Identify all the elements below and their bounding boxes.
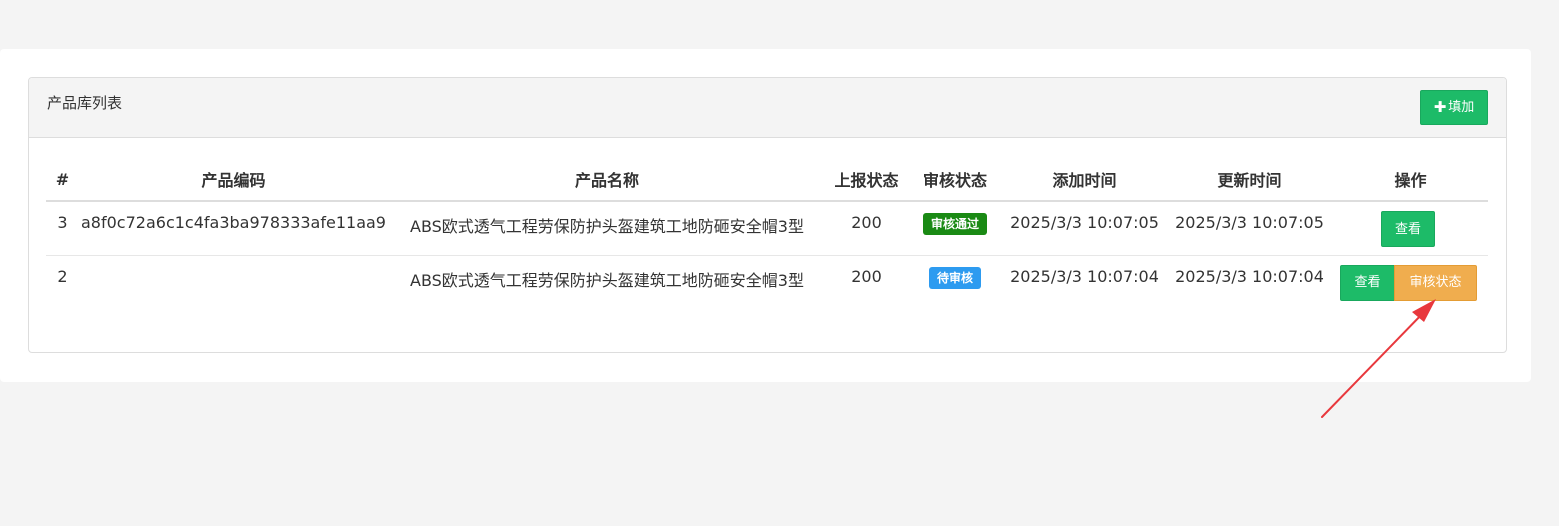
row-actions: 查看 审核状态 xyxy=(1333,264,1488,303)
cell-name: ABS欧式透气工程劳保防护头盔建筑工地防砸安全帽3型 xyxy=(410,270,804,290)
row-actions: 查看 xyxy=(1333,211,1488,249)
product-list-panel: 产品库列表 ✚ 填加 # 产品编码 产品名称 上报状态 审核状态 添加时间 更新… xyxy=(28,77,1507,353)
col-header-updated-time: 更新时间 xyxy=(1166,158,1333,202)
cell-report-status: 200 xyxy=(826,201,907,256)
cell-actions: 查看 审核状态 xyxy=(1333,255,1488,309)
status-badge: 审核通过 xyxy=(922,213,987,235)
add-button-label: 填加 xyxy=(1448,100,1475,115)
table-row: 2 ABS欧式透气工程劳保防护头盔建筑工地防砸安全帽3型 200 待审核 202… xyxy=(46,255,1488,309)
view-button[interactable]: 查看 xyxy=(1340,264,1395,301)
cell-updated-time: 2025/3/3 10:07:05 xyxy=(1166,201,1333,256)
cell-code xyxy=(79,255,388,309)
view-button[interactable]: 查看 xyxy=(1381,211,1435,247)
review-status-button[interactable]: 审核状态 xyxy=(1394,264,1477,301)
cell-added-time: 2025/3/3 10:07:04 xyxy=(1010,266,1159,286)
content-box: 产品库列表 ✚ 填加 # 产品编码 产品名称 上报状态 审核状态 添加时间 更新… xyxy=(0,49,1531,382)
cell-review-status: 审核通过 xyxy=(907,201,1003,256)
col-header-report-status: 上报状态 xyxy=(826,158,907,202)
cell-report-status: 200 xyxy=(851,266,882,286)
plus-icon: ✚ xyxy=(1433,98,1447,116)
cell-review-status: 待审核 xyxy=(907,255,1003,309)
table-row: 3 a8f0c72a6c1c4fa3ba978333afe11aa9 ABS欧式… xyxy=(46,201,1488,256)
col-header-name: 产品名称 xyxy=(388,158,826,202)
panel-title: 产品库列表 xyxy=(47,94,123,112)
col-header-code: 产品编码 xyxy=(79,158,388,202)
col-header-review-status: 审核状态 xyxy=(907,158,1003,202)
cell-added-time: 2025/3/3 10:07:05 xyxy=(1003,201,1166,256)
cell-name: ABS欧式透气工程劳保防护头盔建筑工地防砸安全帽3型 xyxy=(388,201,826,256)
col-header-actions: 操作 xyxy=(1333,158,1488,202)
cell-actions: 查看 xyxy=(1333,201,1488,256)
col-header-index: # xyxy=(46,158,79,202)
cell-updated-time: 2025/3/3 10:07:04 xyxy=(1175,266,1324,286)
cell-index: 3 xyxy=(46,201,79,256)
product-table: # 产品编码 产品名称 上报状态 审核状态 添加时间 更新时间 操作 3 a8f… xyxy=(46,158,1488,309)
col-header-added-time: 添加时间 xyxy=(1003,158,1166,202)
panel-heading: 产品库列表 ✚ 填加 xyxy=(29,78,1506,138)
cell-code: a8f0c72a6c1c4fa3ba978333afe11aa9 xyxy=(79,201,388,256)
cell-index: 2 xyxy=(57,266,68,286)
status-badge: 待审核 xyxy=(928,266,981,289)
add-button[interactable]: ✚ 填加 xyxy=(1420,90,1488,125)
table-header-row: # 产品编码 产品名称 上报状态 审核状态 添加时间 更新时间 操作 xyxy=(46,158,1488,202)
